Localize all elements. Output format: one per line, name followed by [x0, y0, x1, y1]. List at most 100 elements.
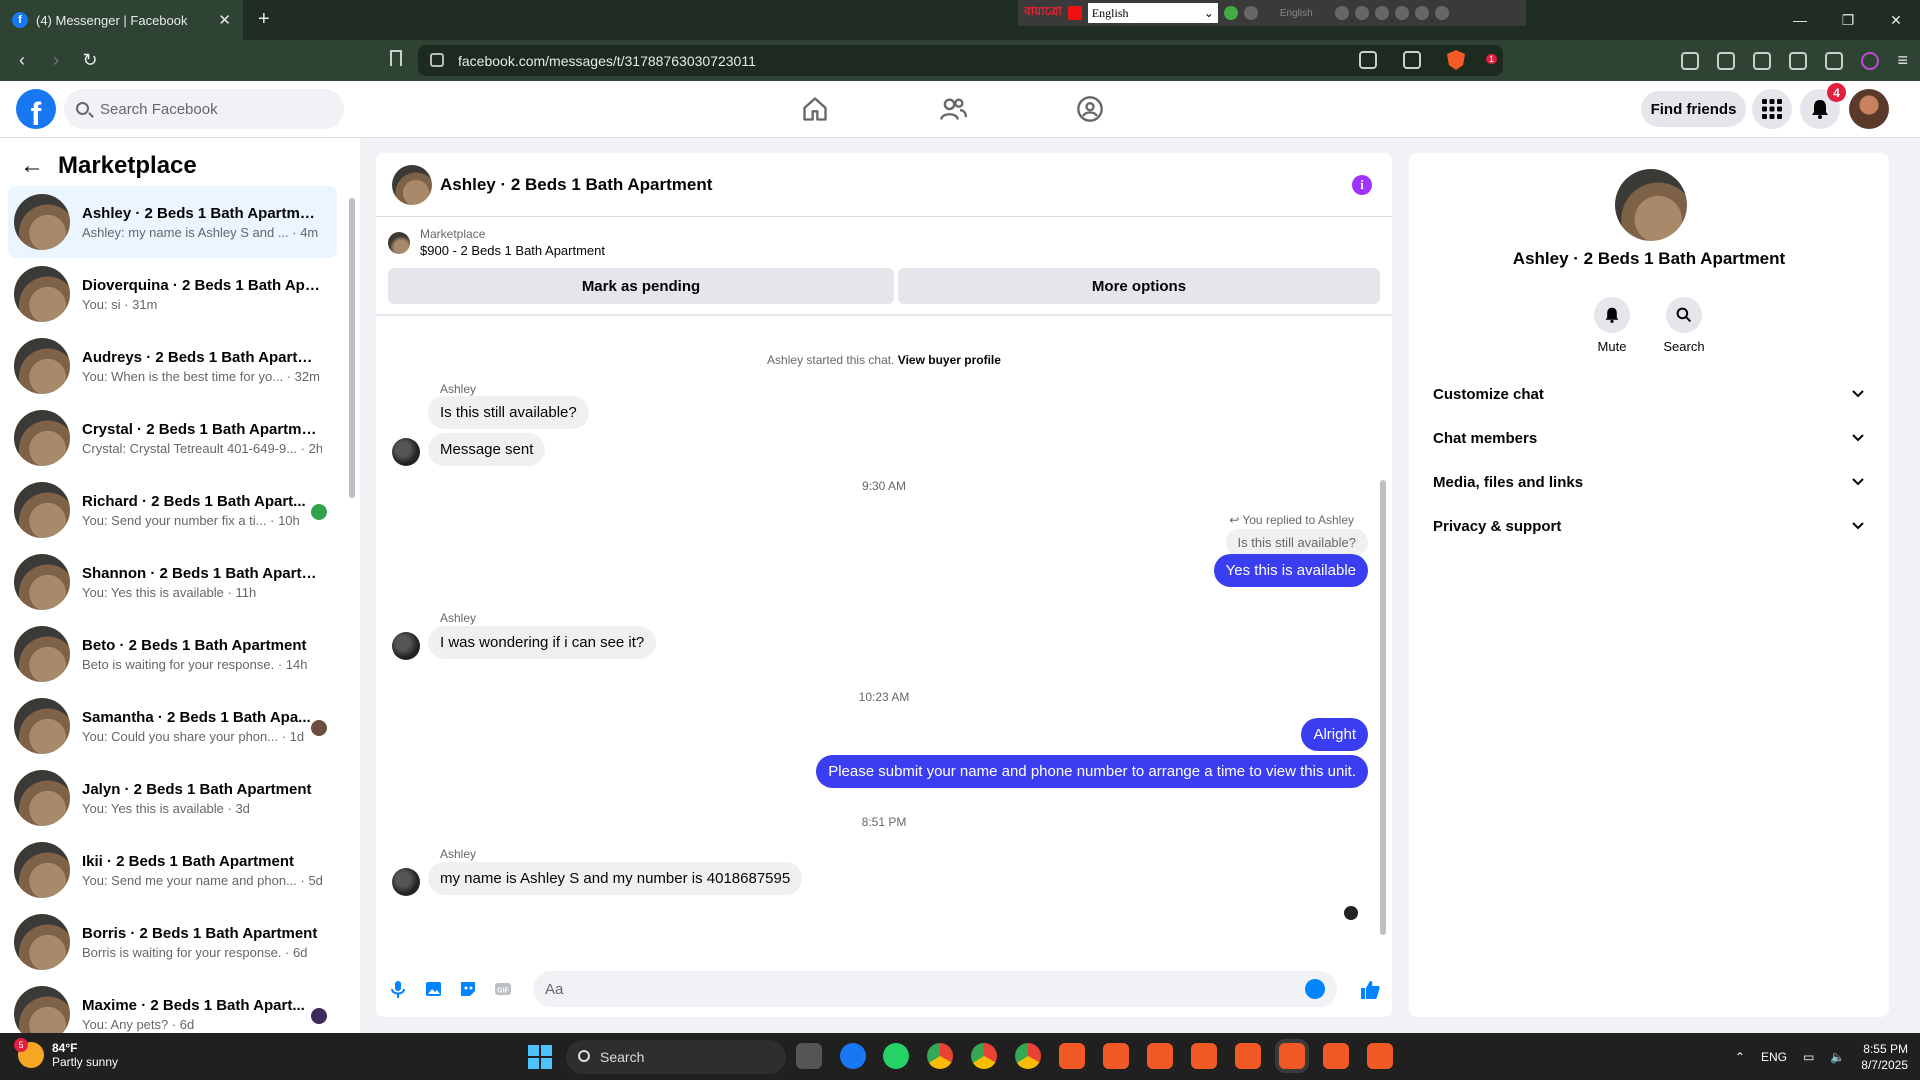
- brave-profile-5-icon[interactable]: [1323, 1043, 1349, 1069]
- bookmark-icon[interactable]: [390, 50, 402, 66]
- chrome-profile-2-icon[interactable]: [1015, 1043, 1041, 1069]
- pen-icon[interactable]: [1354, 6, 1369, 20]
- mark-as-pending-button[interactable]: Mark as pending: [388, 268, 894, 304]
- browser-tab-messenger[interactable]: f (4) Messenger | Facebook ✕: [0, 0, 243, 40]
- sender-avatar[interactable]: [392, 438, 420, 466]
- gif-icon[interactable]: GIF: [493, 979, 513, 999]
- globe-icon[interactable]: [1223, 6, 1238, 20]
- incoming-message[interactable]: Message sent: [428, 433, 546, 466]
- brave-profile-4-icon[interactable]: [1235, 1043, 1261, 1069]
- language-select[interactable]: English ⌄: [1087, 3, 1218, 23]
- menu-grid-button[interactable]: [1752, 89, 1792, 129]
- customize-chat-section[interactable]: Customize chat: [1425, 374, 1873, 414]
- chrome-icon[interactable]: [927, 1043, 953, 1069]
- facebook-logo-icon[interactable]: f: [16, 89, 56, 129]
- sticker-icon[interactable]: [458, 979, 478, 999]
- profile-icon[interactable]: [1861, 51, 1880, 70]
- conversation-item[interactable]: Beto · 2 Beds 1 Bath Apartment Beto is wa…: [8, 618, 337, 690]
- info-icon[interactable]: [1434, 6, 1449, 20]
- incoming-message[interactable]: Is this still available?: [428, 396, 589, 429]
- sender-avatar[interactable]: [392, 868, 420, 896]
- brave-shield-icon[interactable]: [1447, 50, 1465, 70]
- facebook-app-icon[interactable]: [840, 1043, 866, 1069]
- close-window-icon[interactable]: ✕: [1872, 0, 1920, 40]
- chat-title[interactable]: Ashley · 2 Beds 1 Bath Apartment: [440, 175, 712, 195]
- sidebar-icon[interactable]: [1717, 51, 1736, 70]
- share-icon[interactable]: [1403, 51, 1421, 69]
- task-view-icon[interactable]: [796, 1043, 822, 1069]
- chat-avatar[interactable]: [392, 164, 432, 205]
- menu-icon[interactable]: ≡: [1897, 50, 1908, 71]
- adobe-icon[interactable]: [1067, 6, 1082, 20]
- restore-icon[interactable]: ❐: [1824, 0, 1872, 40]
- script-icon[interactable]: [1243, 6, 1258, 20]
- vpn-icon[interactable]: [1825, 51, 1844, 70]
- network-icon[interactable]: ▭: [1803, 1050, 1814, 1064]
- brave-active-icon[interactable]: [1279, 1043, 1305, 1069]
- tab-close-icon[interactable]: ✕: [218, 11, 231, 29]
- help-icon[interactable]: [1414, 6, 1429, 20]
- scrollbar-thumb[interactable]: [349, 198, 355, 498]
- view-buyer-profile-link[interactable]: View buyer profile: [898, 353, 1001, 367]
- conversation-item[interactable]: Richard · 2 Beds 1 Bath Apart... You: Sen…: [8, 474, 337, 546]
- conversation-item[interactable]: Jalyn · 2 Beds 1 Bath Apartment You: Yes …: [8, 762, 337, 834]
- whatsapp-icon[interactable]: [883, 1043, 909, 1069]
- forward-icon[interactable]: ›: [44, 50, 68, 71]
- home-icon[interactable]: [801, 95, 829, 123]
- photo-icon[interactable]: [423, 979, 443, 999]
- conversation-item[interactable]: Dioverquina · 2 Beds 1 Bath Apa... You: s…: [8, 258, 337, 330]
- outgoing-message[interactable]: Please submit your name and phone number…: [816, 755, 1368, 788]
- reload-icon[interactable]: ↻: [78, 50, 102, 71]
- outgoing-message[interactable]: Alright: [1301, 718, 1368, 751]
- microphone-icon[interactable]: [388, 979, 408, 999]
- incoming-message[interactable]: my name is Ashley S and my number is 401…: [428, 862, 803, 895]
- chevron-up-icon[interactable]: ⌃: [1735, 1050, 1745, 1064]
- edit-icon[interactable]: [1394, 6, 1409, 20]
- screenshot-icon[interactable]: [1681, 51, 1700, 70]
- conversation-item[interactable]: Crystal · 2 Beds 1 Bath Apartment Crystal…: [8, 402, 337, 474]
- brave-icon[interactable]: [1059, 1043, 1085, 1069]
- new-tab-icon[interactable]: +: [258, 8, 270, 31]
- chat-members-section[interactable]: Chat members: [1425, 418, 1873, 458]
- search-in-chat-button[interactable]: Search: [1654, 297, 1714, 354]
- settings-icon[interactable]: [1374, 6, 1389, 20]
- chat-avatar-large[interactable]: [1615, 169, 1687, 241]
- thumbs-up-icon[interactable]: [1359, 979, 1381, 1001]
- keyboard-icon[interactable]: [1334, 6, 1349, 20]
- conversation-item[interactable]: Ikii · 2 Beds 1 Bath Apartment You: Send …: [8, 834, 337, 906]
- message-input[interactable]: Aa: [533, 971, 1337, 1007]
- back-icon[interactable]: ‹: [10, 50, 34, 71]
- outgoing-message[interactable]: Yes this is available: [1213, 554, 1368, 587]
- listing-banner[interactable]: Marketplace $900 - 2 Beds 1 Bath Apartme…: [388, 227, 605, 258]
- conversation-item[interactable]: Borris · 2 Beds 1 Bath Apartment Borris i…: [8, 906, 337, 978]
- facebook-search-input[interactable]: Search Facebook: [64, 89, 344, 129]
- windows-start-icon[interactable]: [528, 1045, 552, 1069]
- url-field[interactable]: facebook.com/messages/t/3178876303072301…: [418, 45, 1503, 76]
- weather-widget[interactable]: 5 84°F Partly sunny: [14, 1038, 118, 1069]
- site-settings-icon[interactable]: [430, 53, 444, 67]
- conversation-item[interactable]: Samantha · 2 Beds 1 Bath Apa... You: Coul…: [8, 690, 337, 762]
- account-avatar[interactable]: [1849, 89, 1889, 129]
- conversation-item[interactable]: Shannon · 2 Beds 1 Bath Apartm... You: Ye…: [8, 546, 337, 618]
- volume-icon[interactable]: 🔈: [1830, 1050, 1845, 1064]
- minimize-icon[interactable]: —: [1776, 0, 1824, 40]
- brave-profile-6-icon[interactable]: [1367, 1043, 1393, 1069]
- quoted-message[interactable]: Is this still available?: [1225, 529, 1368, 556]
- conversation-item[interactable]: Audreys · 2 Beds 1 Bath Apartm... You: Wh…: [8, 330, 337, 402]
- brave-profile-1-icon[interactable]: [1103, 1043, 1129, 1069]
- notifications-button[interactable]: 4: [1800, 83, 1846, 129]
- privacy-support-section[interactable]: Privacy & support: [1425, 506, 1873, 546]
- clock[interactable]: 8:55 PM 8/7/2025: [1861, 1041, 1908, 1073]
- friends-icon[interactable]: [939, 95, 967, 123]
- incoming-message[interactable]: I was wondering if i can see it?: [428, 626, 657, 659]
- scrollbar-thumb[interactable]: [1380, 480, 1386, 935]
- sender-avatar[interactable]: [392, 632, 420, 660]
- find-friends-button[interactable]: Find friends: [1641, 91, 1746, 127]
- groups-icon[interactable]: [1076, 95, 1104, 123]
- taskbar-search[interactable]: Search: [566, 1040, 786, 1074]
- sidebar-scrollbar[interactable]: [348, 178, 356, 1018]
- brave-profile-3-icon[interactable]: [1191, 1043, 1217, 1069]
- back-arrow-icon[interactable]: ←: [20, 152, 44, 180]
- more-options-button[interactable]: More options: [898, 268, 1380, 304]
- chrome-profile-icon[interactable]: [971, 1043, 997, 1069]
